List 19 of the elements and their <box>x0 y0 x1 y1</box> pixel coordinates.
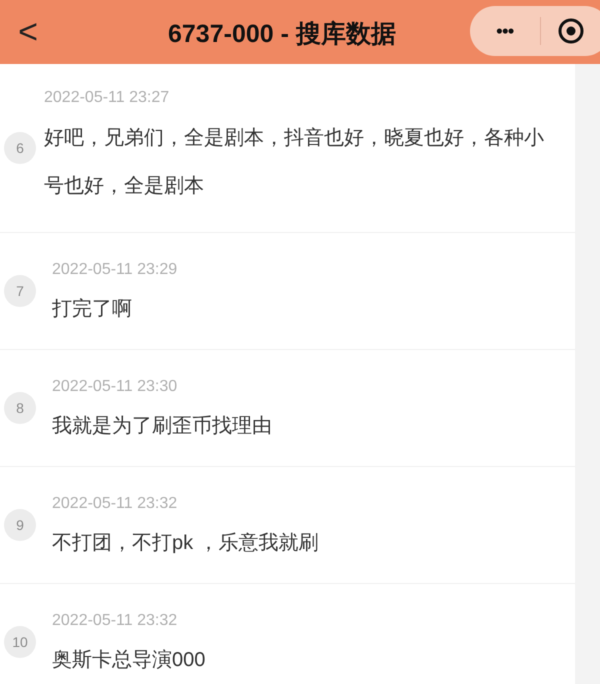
comment-time: 2022-05-11 23:30 <box>52 377 178 397</box>
more-button[interactable]: ••• <box>470 22 540 40</box>
index-badge: 8 <box>4 392 36 424</box>
page-title: 6737-000 - 搜库数据 <box>168 19 396 50</box>
back-button[interactable]: < <box>0 0 48 64</box>
index-badge: 6 <box>4 132 36 164</box>
comment-time: 2022-05-11 23:29 <box>52 260 178 280</box>
index-badge: 7 <box>4 275 36 307</box>
comment-text: 奥斯卡总导演000 <box>52 648 206 673</box>
comment-time: 2022-05-11 23:32 <box>52 494 178 514</box>
comment-time: 2022-05-11 23:32 <box>52 611 178 631</box>
comment-time: 2022-05-11 23:27 <box>44 88 170 108</box>
comment-text: 我就是为了刷歪币找理由 <box>52 414 272 439</box>
index-badge: 10 <box>4 626 36 658</box>
index-badge: 9 <box>4 509 36 541</box>
record-icon[interactable] <box>557 17 585 45</box>
comment-text: 好吧，兄弟们，全是剧本，抖音也好，晓夏也好，各种小号也好，全是剧本 <box>44 126 545 199</box>
comment-text: 打完了啊 <box>52 297 133 322</box>
comment-text: 不打团，不打pk ，乐意我就刷 <box>52 531 319 556</box>
